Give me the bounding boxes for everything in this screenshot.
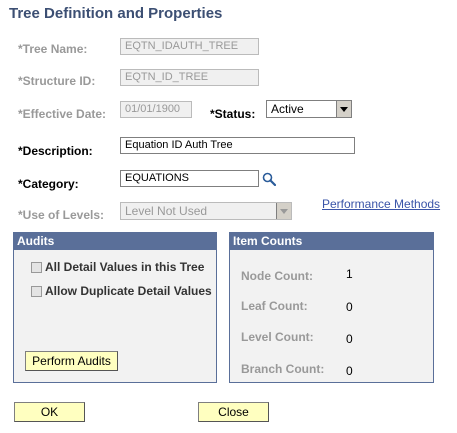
all-detail-values-label: All Detail Values in this Tree	[45, 260, 205, 274]
audits-header: Audits	[14, 233, 216, 250]
node-count-value: 1	[346, 267, 353, 281]
tree-name-label: *Tree Name:	[18, 42, 88, 56]
item-counts-header: Item Counts	[230, 233, 433, 250]
description-label: *Description:	[18, 144, 93, 158]
structure-id-label: *Structure ID:	[18, 74, 96, 88]
all-detail-values-checkbox[interactable]	[31, 262, 42, 273]
chevron-down-icon	[276, 203, 291, 219]
page-title: Tree Definition and Properties	[9, 5, 223, 22]
allow-duplicate-label: Allow Duplicate Detail Values	[45, 284, 212, 298]
effective-date-field: 01/01/1900	[120, 101, 192, 118]
leaf-count-label: Leaf Count:	[241, 299, 308, 313]
tree-name-field: EQTN_IDAUTH_TREE	[120, 38, 259, 55]
performance-methods-link[interactable]: Performance Methods	[322, 197, 440, 211]
node-count-label: Node Count:	[241, 269, 313, 283]
search-icon[interactable]	[262, 172, 276, 186]
level-count-value: 0	[346, 332, 353, 346]
perform-audits-button[interactable]: Perform Audits	[25, 351, 118, 371]
use-of-levels-value: Level Not Used	[125, 204, 208, 218]
allow-duplicate-checkbox[interactable]	[31, 286, 42, 297]
item-counts-panel: Item Counts Node Count: 1 Leaf Count: 0 …	[229, 232, 434, 383]
description-input[interactable]: Equation ID Auth Tree	[120, 137, 355, 154]
ok-button[interactable]: OK	[14, 402, 85, 422]
level-count-label: Level Count:	[241, 330, 314, 344]
close-button[interactable]: Close	[198, 402, 269, 422]
branch-count-value: 0	[346, 364, 353, 378]
audits-panel: Audits All Detail Values in this Tree Al…	[13, 232, 217, 383]
category-label: *Category:	[18, 177, 79, 191]
use-of-levels-select: Level Not Used	[120, 202, 292, 220]
status-label: *Status:	[210, 107, 256, 121]
branch-count-label: Branch Count:	[241, 362, 325, 376]
effective-date-label: *Effective Date:	[18, 107, 107, 121]
category-input[interactable]: EQUATIONS	[120, 170, 259, 187]
chevron-down-icon[interactable]	[336, 101, 351, 117]
status-value: Active	[271, 102, 304, 116]
status-select[interactable]: Active	[266, 100, 352, 118]
use-of-levels-label: *Use of Levels:	[18, 208, 105, 222]
structure-id-field: EQTN_ID_TREE	[120, 69, 259, 86]
leaf-count-value: 0	[346, 300, 353, 314]
